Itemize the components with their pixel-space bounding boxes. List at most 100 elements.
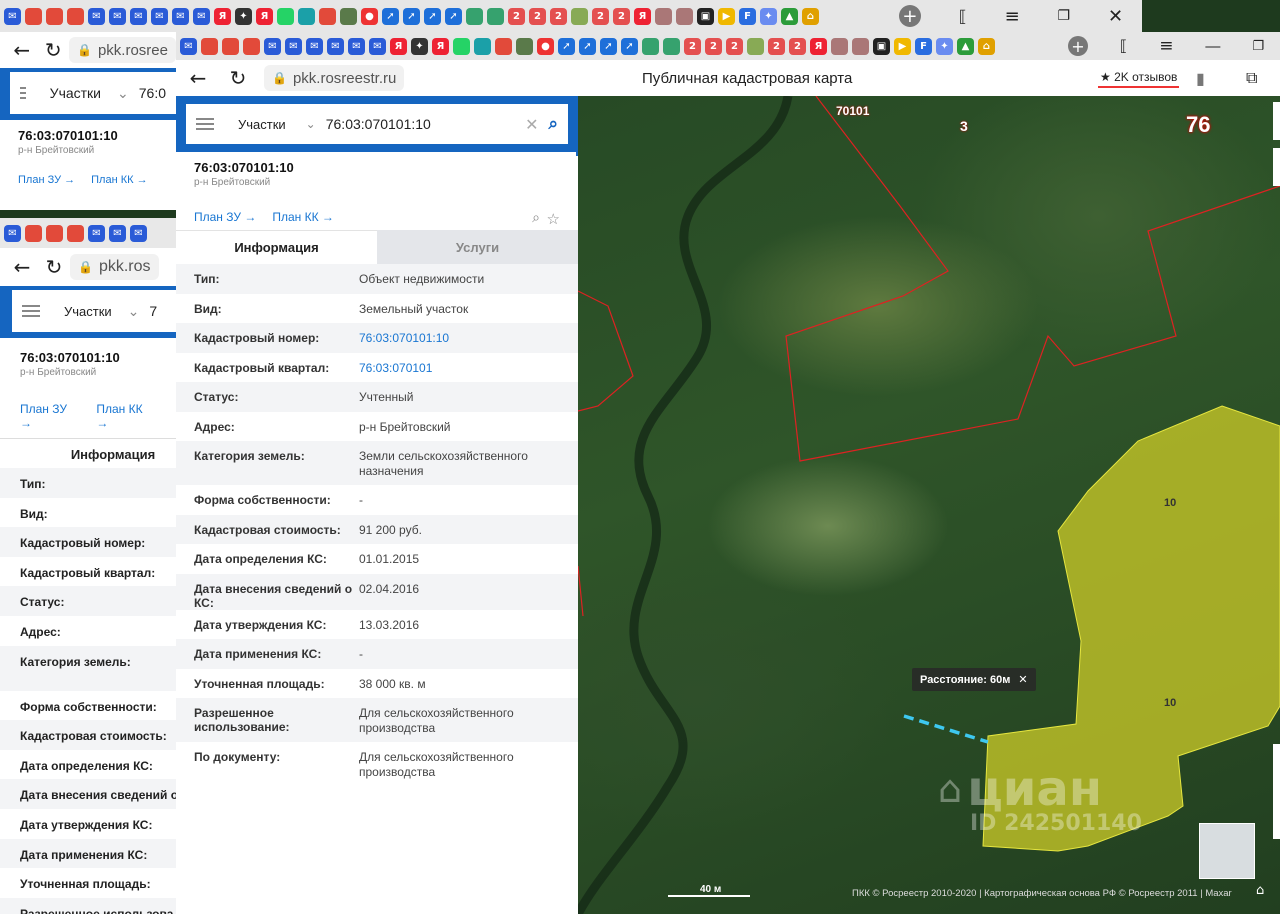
search-icon[interactable]: ⌕ [548, 114, 558, 134]
chrome-icon[interactable] [201, 37, 218, 55]
close-window-icon[interactable]: ✕ [1108, 6, 1123, 27]
triangle-icon[interactable]: ▲ [781, 7, 798, 25]
minimize-icon[interactable]: — [1205, 38, 1220, 55]
chrome-icon[interactable] [319, 7, 336, 25]
mail-icon[interactable]: ✉ [130, 224, 147, 242]
home-icon[interactable]: ⌂ [978, 37, 995, 55]
info-row-link[interactable]: 76:03:070101:10 [359, 331, 578, 346]
mail-icon[interactable]: ✉ [130, 7, 147, 25]
search-type-label[interactable]: Участки [64, 304, 112, 319]
yandex-icon[interactable] [46, 7, 63, 25]
plan-zu-link[interactable]: План ЗУ → [194, 210, 256, 224]
mail-icon[interactable]: ✉ [180, 37, 197, 55]
home-icon[interactable]: ⌂ [1256, 883, 1264, 898]
plan-zu-link[interactable]: План ЗУ → [18, 174, 75, 186]
chrome-icon[interactable] [67, 224, 84, 242]
info-row-link[interactable]: 76:03:070101 [359, 361, 578, 376]
mail-icon[interactable]: ✉ [369, 37, 386, 55]
reviews-badge[interactable]: ★ 2K отзывов [1098, 68, 1180, 88]
f-icon[interactable]: F [739, 7, 756, 25]
pkk-icon[interactable] [466, 7, 483, 25]
photo-icon[interactable] [676, 7, 693, 25]
mail-icon[interactable]: ✉ [306, 37, 323, 55]
menu-hamburger-icon[interactable] [20, 87, 26, 99]
chrome-icon[interactable] [495, 37, 512, 55]
menu-icon[interactable]: ≡ [1159, 36, 1173, 56]
back-icon[interactable]: ← [6, 34, 38, 66]
f-icon[interactable]: F [915, 37, 932, 55]
sparkle-icon[interactable]: ✦ [411, 37, 428, 55]
new-tab-button[interactable]: + [898, 5, 921, 27]
reload-icon[interactable]: ↻ [222, 62, 254, 94]
mail-icon[interactable]: ✉ [109, 224, 126, 242]
star4-icon[interactable]: ✦ [760, 7, 777, 25]
mail-icon[interactable]: ✉ [264, 37, 281, 55]
arrow-icon[interactable]: ➚ [382, 7, 399, 25]
url-bar[interactable]: 🔒 pkk.ros [70, 254, 159, 280]
image-icon[interactable]: ▣ [873, 37, 890, 55]
star4-icon[interactable]: ✦ [936, 37, 953, 55]
map-view[interactable]: 70101 3 76 10 10 Расстояние: 60м ✕ ⌂ циа… [578, 96, 1280, 914]
clear-icon[interactable]: ✕ [525, 115, 538, 134]
search-query[interactable]: 7 [149, 303, 157, 319]
new-tab-button[interactable]: + [1067, 36, 1088, 56]
avito-icon[interactable]: 2 [550, 7, 567, 25]
menu-hamburger-icon[interactable] [196, 118, 214, 130]
shield-icon[interactable] [474, 37, 491, 55]
avito-icon[interactable]: 2 [508, 7, 525, 25]
whatsapp-icon[interactable] [453, 37, 470, 55]
mail-icon[interactable]: ✉ [193, 7, 210, 25]
mail-icon[interactable]: ✉ [285, 37, 302, 55]
mail-icon[interactable]: ✉ [4, 7, 21, 25]
avito-icon[interactable]: 2 [705, 37, 722, 55]
plan-kk-link[interactable]: План КК → [91, 174, 147, 186]
url-bar[interactable]: 🔒 pkk.rosreestr.ru [264, 65, 405, 91]
ya-icon[interactable]: Я [634, 7, 651, 25]
zoom-to-icon[interactable]: ⌕ [532, 210, 540, 226]
chevron-down-icon[interactable]: ⌄ [306, 117, 316, 131]
avito-icon[interactable]: 2 [592, 7, 609, 25]
search-type-label[interactable]: Участки [238, 117, 286, 132]
translate-icon[interactable]: ⧉ [1246, 68, 1257, 88]
mail-icon[interactable]: ✉ [88, 7, 105, 25]
search-query[interactable]: 76:03:070101:10 [326, 116, 431, 132]
back-icon[interactable]: ← [182, 62, 214, 94]
bookmarks-icon[interactable]: ⟦ [959, 7, 967, 26]
pin-icon[interactable]: ● [537, 37, 554, 55]
search-query[interactable]: 76:0 [139, 85, 166, 101]
chrome-icon[interactable] [25, 224, 42, 242]
avito-icon[interactable]: 2 [529, 7, 546, 25]
mail-icon[interactable]: ✉ [327, 37, 344, 55]
chrome-icon[interactable] [67, 7, 84, 25]
avito-icon[interactable]: 2 [684, 37, 701, 55]
map-control-3[interactable] [1273, 744, 1280, 839]
ya-icon[interactable]: Я [810, 37, 827, 55]
mail-icon[interactable]: ✉ [172, 7, 189, 25]
arrow-icon[interactable]: ➚ [600, 37, 617, 55]
ya-icon[interactable]: Я [256, 7, 273, 25]
avito-icon[interactable]: 2 [789, 37, 806, 55]
bookmarks-icon[interactable]: ⟦ [1120, 37, 1127, 55]
mail-icon[interactable]: ✉ [348, 37, 365, 55]
favorite-star-icon[interactable]: ☆ [547, 210, 560, 228]
tab-services[interactable]: Услуги [377, 230, 578, 264]
bookmark-icon[interactable]: ▮ [1196, 69, 1205, 88]
arrow-icon[interactable]: ➚ [579, 37, 596, 55]
yandex-icon[interactable] [46, 224, 63, 242]
restore-icon[interactable]: ❐ [1058, 8, 1071, 24]
url-bar[interactable]: 🔒 pkk.rosree [69, 37, 176, 63]
avito-icon[interactable]: 2 [726, 37, 743, 55]
play-icon[interactable]: ▶ [894, 37, 911, 55]
game-icon[interactable] [340, 7, 357, 25]
sparkle-icon[interactable]: ✦ [235, 7, 252, 25]
image-icon[interactable]: ▣ [697, 7, 714, 25]
home-icon[interactable]: ⌂ [802, 7, 819, 25]
pkk-icon[interactable] [642, 37, 659, 55]
minimap-thumbnail[interactable] [1199, 823, 1255, 879]
pkk-icon[interactable] [663, 37, 680, 55]
avito-icon[interactable]: 2 [613, 7, 630, 25]
map-control-2[interactable] [1273, 148, 1280, 186]
reload-icon[interactable]: ↻ [38, 34, 70, 66]
chrome-icon[interactable] [243, 37, 260, 55]
yandex-y-icon[interactable]: Я [390, 37, 407, 55]
